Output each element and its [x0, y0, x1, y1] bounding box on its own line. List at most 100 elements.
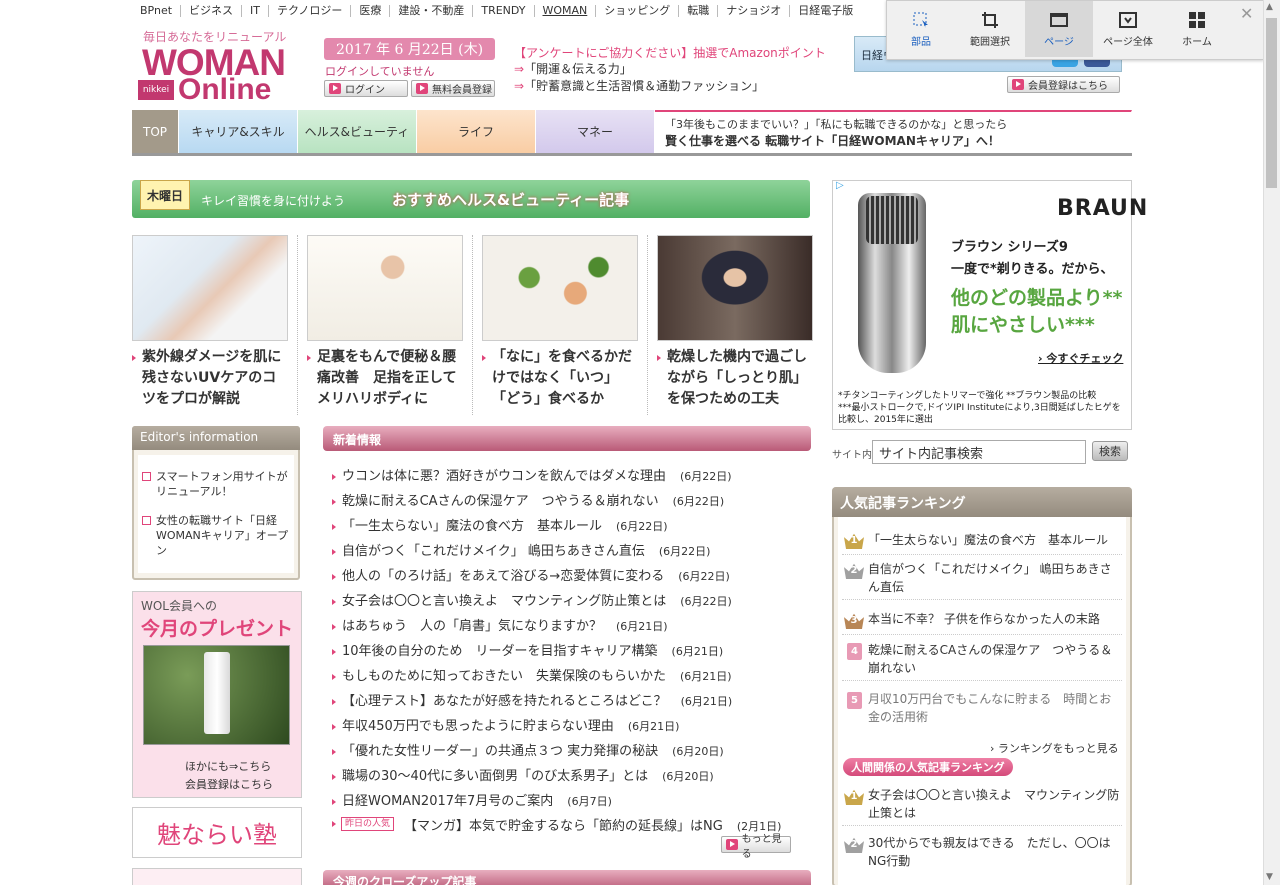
topnav-it[interactable]: IT	[242, 5, 270, 17]
member-register-label: 会員登録はこちら	[1028, 81, 1108, 92]
feature-title[interactable]: 「なに」を食べるかだけではなく「いつ」「どう」食べるか	[482, 341, 638, 410]
news-more-button[interactable]: もっと見る	[721, 834, 791, 860]
scroll-down-icon[interactable]: ▼	[1266, 872, 1273, 882]
banner-day-label: 木曜日	[140, 180, 190, 210]
topnav-construction[interactable]: 建設・不動産	[390, 5, 474, 17]
site-logo-online[interactable]: Online	[178, 73, 271, 107]
search-button[interactable]: 検索	[1092, 441, 1128, 461]
editors-item[interactable]: スマートフォン用サイトがリニューアル！	[138, 469, 294, 499]
top-site-nav: BPnet ビジネス IT テクノロジー 医療 建設・不動産 TRENDY WO…	[132, 0, 892, 22]
toolbar-full-page-button[interactable]: ページ全体	[1094, 1, 1162, 57]
square-bullet-icon	[142, 516, 151, 525]
site-search-input[interactable]	[872, 440, 1086, 464]
ranking-item[interactable]: 4 乾燥に耐えるCAさんの保湿ケア つやうる＆崩れない	[842, 641, 1122, 681]
news-item[interactable]: はあちゅう 人の「肩書」気になりますか？ (6月21日)	[332, 615, 668, 634]
shaver-head-image	[866, 196, 918, 244]
feature-title[interactable]: 足裏をもんで便秘＆腰痛改善 足指を正して メリハリボディに	[307, 341, 463, 410]
news-item[interactable]: 他人の「のろけ話」をあえて浴びる→恋愛体質に変わる (6月22日)	[332, 565, 730, 584]
news-item[interactable]: 日経WOMAN2017年7月号のご案内 (6月7日)	[332, 790, 612, 809]
feature-title[interactable]: 紫外線ダメージを肌に残さないUVケアのコツをプロが解説	[132, 341, 288, 410]
topnav-medical[interactable]: 医療	[351, 5, 391, 17]
tab-top[interactable]: TOP	[132, 110, 179, 153]
news-item[interactable]: 年収450万円でも思ったように貯まらない理由 (6月21日)	[332, 715, 679, 734]
tab-career-skill[interactable]: キャリア&スキル	[179, 110, 298, 153]
bullet-icon	[332, 598, 336, 605]
feature-title[interactable]: 乾燥した機内で過ごしながら「しっとり肌」を保つための工夫	[657, 341, 813, 410]
topnav-trendy[interactable]: TRENDY	[473, 5, 535, 17]
topnav-business[interactable]: ビジネス	[181, 5, 243, 17]
topnav-shopping[interactable]: ショッピング	[596, 5, 680, 17]
scroll-up-icon[interactable]: ▲	[1266, 2, 1273, 12]
ranking-item-title: 本当に不幸？ 子供を作らなかった人の末路	[868, 612, 1100, 626]
feature-article-2[interactable]: 足裏をもんで便秘＆腰痛改善 足指を正して メリハリボディに	[307, 235, 463, 415]
survey-promo-link[interactable]: 【アンケートにご協力ください】抽選でAmazonポイント	[514, 44, 826, 61]
miranai-juku-banner[interactable]: 魅ならい塾	[132, 807, 302, 858]
survey-link-savings[interactable]: ⇒「貯蓄意識と生活習慣＆通勤ファッション」	[514, 77, 764, 94]
ranking-item[interactable]: 5 月収10万円台でもこんなに貯まる 時間とお金の活用術	[842, 690, 1122, 730]
close-icon[interactable]: ✕	[1240, 4, 1253, 23]
news-item[interactable]: 「優れた女性リーダー」の共通点３つ 実力発揮の秘訣 (6月20日)	[332, 740, 724, 759]
ad-cta-link[interactable]: › 今すぐチェック	[1038, 350, 1123, 366]
ad-choices-icon[interactable]: ▷	[836, 180, 844, 191]
toolbar-home-button[interactable]: ホーム	[1163, 1, 1231, 57]
tab-money[interactable]: マネー	[536, 110, 655, 153]
free-register-button[interactable]: 無料会員登録	[411, 80, 495, 97]
ranking-item[interactable]: 3 本当に不幸？ 子供を作らなかった人の末路	[842, 610, 1122, 635]
topnav-bpnet[interactable]: BPnet	[132, 5, 182, 17]
relationship-ranking-item[interactable]: 2 30代からでも親友はできる ただし、〇〇はNG行動	[842, 834, 1122, 874]
news-item[interactable]: 「一生太らない」魔法の食べ方 基本ルール (6月22日)	[332, 515, 668, 534]
news-date: (6月21日)	[616, 620, 668, 633]
topnav-career[interactable]: 転職	[679, 5, 719, 17]
news-title: 「一生太らない」魔法の食べ方 基本ルール	[342, 519, 603, 534]
divider	[647, 235, 648, 415]
ad-line2: 一度で*剃りきる。だから、	[951, 262, 1114, 277]
news-item[interactable]: 10年後の自分のため リーダーを目指すキャリア構築 (6月21日)	[332, 640, 723, 659]
login-button[interactable]: ログイン	[324, 80, 408, 97]
editors-item[interactable]: 女性の転職サイト「日経WOMANキャリア」オープン	[138, 513, 294, 558]
member-register-button[interactable]: 会員登録はこちら	[1007, 76, 1120, 93]
topnav-nikkei-digital[interactable]: 日経電子版	[790, 5, 861, 17]
present-register-link[interactable]: 会員登録はこちら	[185, 776, 273, 792]
news-item[interactable]: 職場の30～40代に多い面倒男「のび太系男子」とは (6月20日)	[332, 765, 714, 784]
feature-article-1[interactable]: 紫外線ダメージを肌に残さないUVケアのコツをプロが解説	[132, 235, 288, 415]
feature-image-feet[interactable]	[307, 235, 463, 341]
news-title: 日経WOMAN2017年7月号のご案内	[342, 794, 554, 809]
topnav-natgeo[interactable]: ナショジオ	[718, 5, 791, 17]
relationship-ranking-item[interactable]: 1 女子会は〇〇と言い換えよ マウンティング防止策とは	[842, 786, 1122, 826]
tab-health-beauty[interactable]: ヘルス&ビューティ	[298, 110, 417, 153]
toolbar-parts-button[interactable]: 部品	[887, 1, 955, 57]
news-item[interactable]: 【マンガ】本気で貯金するなら「節約の延長線」はNG (2月1日)	[404, 815, 781, 834]
news-item[interactable]: もしものために知っておきたい 失業保険のもらいかた (6月21日)	[332, 665, 732, 684]
bottom-banner[interactable]	[132, 868, 302, 885]
feature-article-4[interactable]: 乾燥した機内で過ごしながら「しっとり肌」を保つための工夫	[657, 235, 813, 415]
news-date: (6月20日)	[662, 770, 714, 783]
toolbar-page-button[interactable]: ページ	[1025, 1, 1093, 57]
news-title: 年収450万円でも思ったように貯まらない理由	[342, 719, 614, 734]
feature-image-uv[interactable]	[132, 235, 288, 341]
ranking-item[interactable]: 1 「一生太らない」魔法の食べ方 基本ルール	[842, 530, 1122, 555]
ranking-item[interactable]: 2 自信がつく「これだけメイク」 嶋田ちあきさん直伝	[842, 560, 1122, 600]
news-date: (6月7日)	[567, 795, 612, 808]
toolbar-label: ホーム	[1182, 36, 1212, 48]
news-item[interactable]: 女子会は〇〇と言い換えよ マウンティング防止策とは (6月22日)	[332, 590, 732, 609]
present-more-link[interactable]: ほかにも⇒こちら	[185, 758, 271, 774]
news-item[interactable]: 乾燥に耐えるCAさんの保湿ケア つやうる＆崩れない (6月22日)	[332, 490, 724, 509]
feature-article-3[interactable]: 「なに」を食べるかだけではなく「いつ」「どう」食べるか	[482, 235, 638, 415]
topnav-woman[interactable]: WOMAN	[535, 5, 597, 17]
bullet-icon	[332, 648, 336, 655]
toolbar-label: ページ全体	[1103, 36, 1153, 48]
scrollbar-thumb[interactable]	[1266, 18, 1277, 188]
tab-life[interactable]: ライフ	[417, 110, 536, 153]
toolbar-range-select-button[interactable]: 範囲選択	[956, 1, 1024, 57]
news-date: (6月22日)	[672, 495, 725, 508]
news-item[interactable]: 自信がつく「これだけメイク」 嶋田ちあきさん直伝 (6月22日)	[332, 540, 710, 559]
news-item[interactable]: ウコンは体に悪？酒好きがウコンを飲んではダメな理由 (6月22日)	[332, 465, 732, 484]
ranking-more-link[interactable]: › ランキングをもっと見る	[990, 740, 1119, 756]
topnav-technology[interactable]: テクノロジー	[269, 5, 352, 17]
window-icon	[1050, 12, 1068, 27]
career-ad-link[interactable]: 「3年後もこのままでいい？」「私にも転職できるのかな」と思ったら 賢く仕事を選べ…	[655, 110, 1132, 153]
survey-link-fortune[interactable]: ⇒「開運＆伝える力」	[514, 60, 632, 77]
feature-image-salad[interactable]	[482, 235, 638, 341]
news-item[interactable]: 【心理テスト】あなたが好感を持たれるところはどこ？ (6月21日)	[332, 690, 732, 709]
feature-image-cabin[interactable]	[657, 235, 813, 341]
